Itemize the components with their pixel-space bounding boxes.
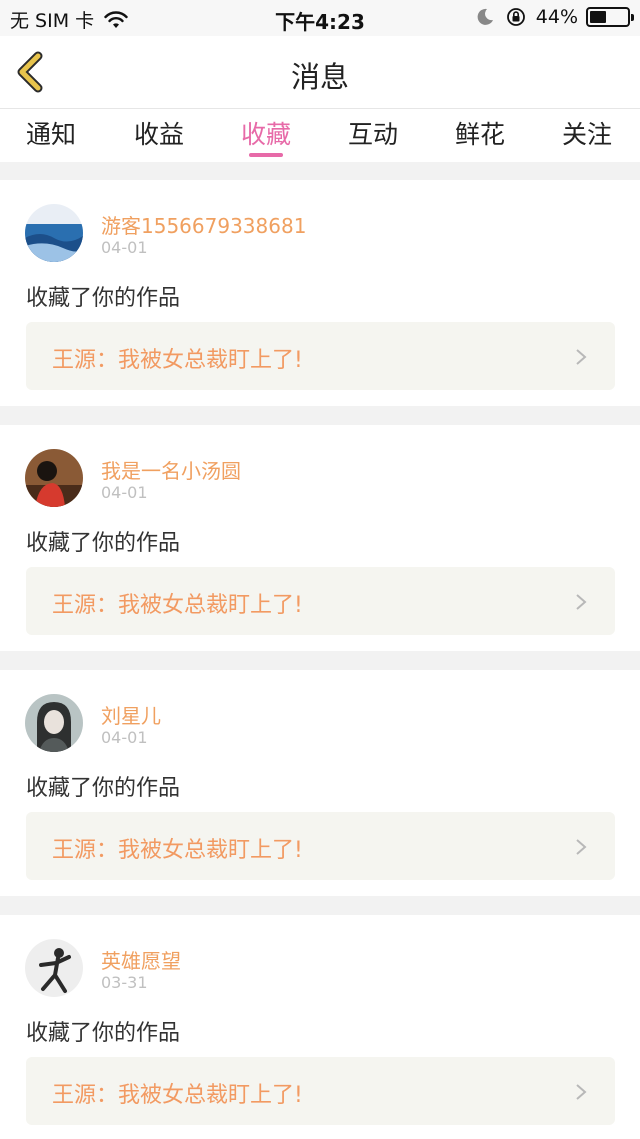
tab-active-indicator [249,153,283,157]
username: 游客1556679338681 [101,214,307,238]
message-card: 刘星儿 04-01 收藏了你的作品 王源：我被女总裁盯上了! [0,670,640,896]
tab-follow[interactable]: 关注 [547,115,627,151]
battery-icon [586,7,634,27]
work-title: 王源：我被女总裁盯上了! [52,838,303,863]
chevron-right-icon [576,1084,587,1100]
message-date: 04-01 [101,728,148,747]
message-date: 04-01 [101,483,148,502]
battery-level-fill [590,11,606,23]
message-card: 游客1556679338681 04-01 收藏了你的作品 王源：我被女总裁盯上… [0,180,640,406]
avatar[interactable] [25,939,83,997]
tab-interaction[interactable]: 互动 [333,115,413,151]
status-bar: 无 SIM 卡 下午4:23 44% [0,0,640,36]
message-date: 04-01 [101,238,148,257]
work-link[interactable]: 王源：我被女总裁盯上了! [26,1057,615,1125]
work-title: 王源：我被女总裁盯上了! [52,593,303,618]
tab-notice[interactable]: 通知 [11,115,91,151]
username: 我是一名小汤圆 [101,459,241,483]
page-title: 消息 [290,60,349,94]
avatar[interactable] [25,204,83,262]
username: 刘星儿 [101,704,161,728]
work-title: 王源：我被女总裁盯上了! [52,1083,303,1108]
avatar[interactable] [25,449,83,507]
message-date: 03-31 [101,973,148,992]
work-title: 王源：我被女总裁盯上了! [52,348,303,373]
avatar[interactable] [25,694,83,752]
action-text: 收藏了你的作品 [26,531,181,556]
action-text: 收藏了你的作品 [26,1021,181,1046]
chevron-right-icon [576,594,587,610]
chevron-right-icon [576,349,587,365]
tab-favorites[interactable]: 收藏 [226,115,306,151]
work-link[interactable]: 王源：我被女总裁盯上了! [26,812,615,880]
moon-icon [477,8,493,25]
tab-flowers[interactable]: 鲜花 [440,115,520,151]
status-right: 44% [476,6,634,28]
rotation-lock-icon [506,8,525,26]
message-card: 我是一名小汤圆 04-01 收藏了你的作品 王源：我被女总裁盯上了! [0,425,640,651]
work-link[interactable]: 王源：我被女总裁盯上了! [26,567,615,635]
chevron-right-icon [576,839,587,855]
action-text: 收藏了你的作品 [26,286,181,311]
tab-earnings[interactable]: 收益 [119,115,199,151]
action-text: 收藏了你的作品 [26,776,181,801]
work-link[interactable]: 王源：我被女总裁盯上了! [26,322,615,390]
message-card: 英雄愿望 03-31 收藏了你的作品 王源：我被女总裁盯上了! [0,915,640,1139]
username: 英雄愿望 [101,949,181,973]
navigation-bar: 消息 [0,36,640,108]
tab-bar: 通知 收益 收藏 互动 鲜花 关注 [0,108,640,162]
battery-percent: 44% [535,6,578,28]
